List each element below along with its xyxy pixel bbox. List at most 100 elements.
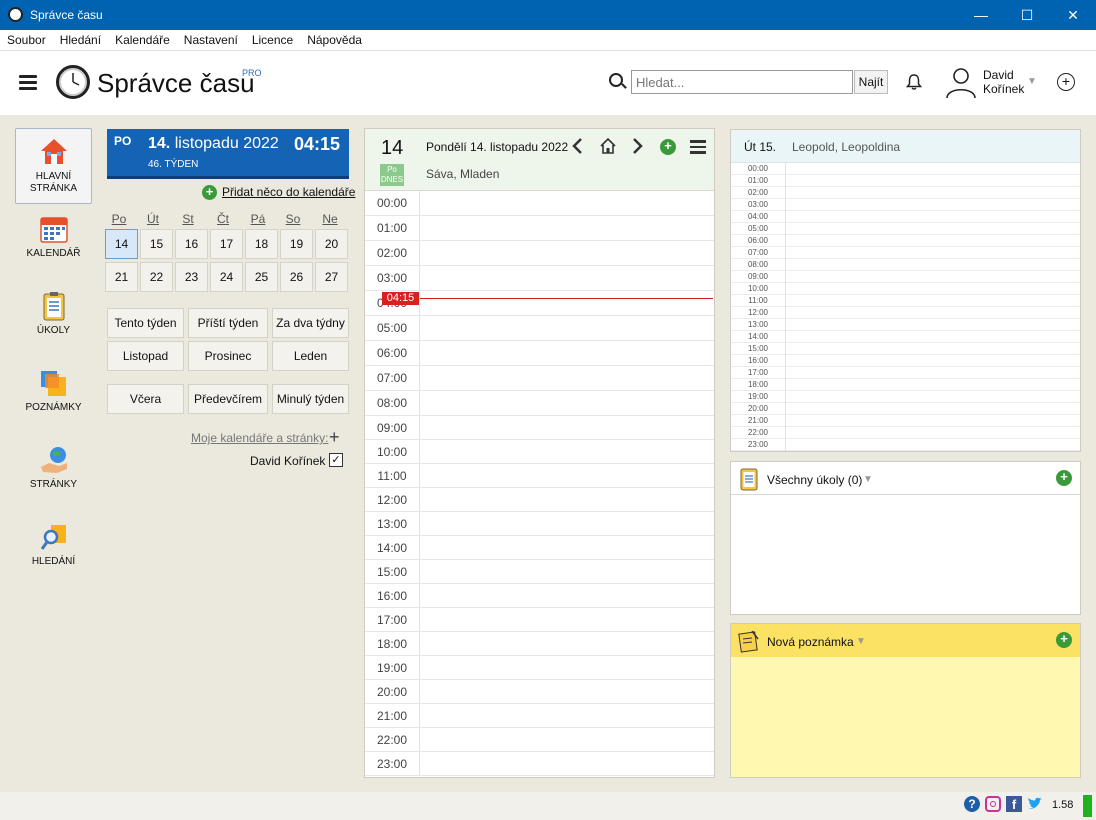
hour-slot[interactable]: 05:00 [365, 316, 714, 341]
next-day-hour-slot[interactable]: 16:00 [731, 355, 1080, 367]
next-day-hour-slot[interactable]: 06:00 [731, 235, 1080, 247]
nav-notes[interactable]: POZNÁMKY [15, 360, 92, 436]
add-note-icon[interactable]: + [1056, 632, 1072, 648]
user-dropdown-icon[interactable]: ▼ [1027, 76, 1037, 87]
mini-cal-day[interactable]: 22 [140, 262, 173, 292]
month-november-button[interactable]: Listopad [107, 341, 184, 371]
maximize-button[interactable]: ☐ [1004, 0, 1050, 30]
tasks-title[interactable]: Všechny úkoly (0) [767, 473, 862, 487]
hour-slot[interactable]: 16:00 [365, 584, 714, 608]
add-event-icon[interactable]: + [202, 185, 217, 200]
nav-search[interactable]: HLEDÁNÍ [15, 514, 92, 590]
last-week-button[interactable]: Minulý týden [272, 384, 349, 414]
next-day-hour-slot[interactable]: 15:00 [731, 343, 1080, 355]
hour-slot[interactable]: 00:00 [365, 191, 714, 216]
next-day-icon[interactable] [632, 137, 644, 160]
my-calendars-link[interactable]: Moje kalendáře a stránky: [191, 431, 328, 445]
next-day-hour-slot[interactable]: 04:00 [731, 211, 1080, 223]
hour-slot[interactable]: 21:00 [365, 704, 714, 728]
next-day-hour-slot[interactable]: 20:00 [731, 403, 1080, 415]
add-to-calendar-link[interactable]: Přidat něco do kalendáře [222, 185, 355, 199]
add-task-icon[interactable]: + [1056, 470, 1072, 486]
add-calendar-icon[interactable]: + [329, 427, 340, 448]
next-day-hour-slot[interactable]: 01:00 [731, 175, 1080, 187]
hour-slot[interactable]: 14:00 [365, 536, 714, 560]
hour-slot[interactable]: 09:00 [365, 416, 714, 440]
twitter-icon[interactable] [1027, 796, 1043, 812]
search-input[interactable] [631, 70, 853, 94]
next-day-hour-slot[interactable]: 10:00 [731, 283, 1080, 295]
mini-cal-day[interactable]: 26 [280, 262, 313, 292]
next-day-hour-slot[interactable]: 19:00 [731, 391, 1080, 403]
user-avatar-icon[interactable] [944, 65, 978, 99]
nav-tasks[interactable]: ÚKOLY [15, 283, 92, 359]
next-day-hour-slot[interactable]: 05:00 [731, 223, 1080, 235]
hour-slot[interactable]: 01:00 [365, 216, 714, 241]
menu-soubor[interactable]: Soubor [0, 30, 53, 47]
nav-pages[interactable]: STRÁNKY [15, 437, 92, 513]
next-day-hour-slot[interactable]: 14:00 [731, 331, 1080, 343]
mini-cal-day[interactable]: 27 [315, 262, 348, 292]
facebook-icon[interactable]: f [1006, 796, 1022, 812]
day-before-yesterday-button[interactable]: Předevčírem [188, 384, 268, 414]
month-january-button[interactable]: Leden [272, 341, 349, 371]
tasks-dropdown-icon[interactable]: ▼ [863, 474, 873, 485]
mini-cal-day[interactable]: 15 [140, 229, 173, 259]
hamburger-menu-icon[interactable] [19, 75, 37, 90]
note-dropdown-icon[interactable]: ▼ [856, 636, 866, 647]
next-week-button[interactable]: Příští týden [188, 308, 268, 338]
next-day-hour-slot[interactable]: 22:00 [731, 427, 1080, 439]
hour-slot[interactable]: 08:00 [365, 391, 714, 416]
mini-cal-day[interactable]: 25 [245, 262, 278, 292]
hour-slot[interactable]: 17:00 [365, 608, 714, 632]
hour-slot[interactable]: 12:00 [365, 488, 714, 512]
mini-cal-day[interactable]: 18 [245, 229, 278, 259]
add-event-icon[interactable]: + [660, 139, 676, 155]
minimize-button[interactable]: — [958, 0, 1004, 30]
hour-slot[interactable]: 10:00 [365, 440, 714, 464]
hour-slot[interactable]: 18:00 [365, 632, 714, 656]
mini-cal-day[interactable]: 24 [210, 262, 243, 292]
menu-napoveda[interactable]: Nápověda [300, 30, 369, 47]
two-weeks-button[interactable]: Za dva týdny [272, 308, 349, 338]
mini-cal-day[interactable]: 17 [210, 229, 243, 259]
hour-slot[interactable]: 23:00 [365, 752, 714, 776]
prev-day-icon[interactable] [571, 137, 583, 160]
menu-nastaveni[interactable]: Nastavení [177, 30, 245, 47]
mini-cal-day[interactable]: 19 [280, 229, 313, 259]
mini-cal-day[interactable]: 16 [175, 229, 208, 259]
bell-icon[interactable] [905, 73, 923, 96]
next-day-hour-slot[interactable]: 12:00 [731, 307, 1080, 319]
next-day-hour-slot[interactable]: 03:00 [731, 199, 1080, 211]
hour-slot[interactable]: 11:00 [365, 464, 714, 488]
next-day-hour-slot[interactable]: 07:00 [731, 247, 1080, 259]
nav-home[interactable]: HLAVNÍ STRÁNKA [15, 128, 92, 204]
hour-slot[interactable]: 07:00 [365, 366, 714, 391]
instagram-icon[interactable] [985, 796, 1001, 812]
hour-slot[interactable]: 15:00 [365, 560, 714, 584]
hour-slot[interactable]: 06:00 [365, 341, 714, 366]
next-day-hour-slot[interactable]: 11:00 [731, 295, 1080, 307]
this-week-button[interactable]: Tento týden [107, 308, 184, 338]
mini-cal-day[interactable]: 23 [175, 262, 208, 292]
search-button[interactable]: Najít [854, 70, 888, 94]
next-day-hour-slot[interactable]: 09:00 [731, 271, 1080, 283]
next-day-hour-slot[interactable]: 21:00 [731, 415, 1080, 427]
nav-calendar[interactable]: KALENDÁŘ [15, 206, 92, 282]
next-day-hour-slot[interactable]: 02:00 [731, 187, 1080, 199]
today-home-icon[interactable] [599, 137, 617, 160]
add-plus-icon[interactable]: + [1057, 73, 1075, 91]
next-day-hour-slot[interactable]: 13:00 [731, 319, 1080, 331]
next-day-hour-slot[interactable]: 00:00 [731, 163, 1080, 175]
next-day-hour-slot[interactable]: 23:00 [731, 439, 1080, 451]
hour-slot[interactable]: 22:00 [365, 728, 714, 752]
close-button[interactable]: ✕ [1050, 0, 1096, 30]
hour-slot[interactable]: 03:00 [365, 266, 714, 291]
next-day-hour-slot[interactable]: 17:00 [731, 367, 1080, 379]
menu-icon[interactable] [690, 140, 706, 154]
menu-licence[interactable]: Licence [245, 30, 300, 47]
user-calendar-checkbox[interactable]: ✓ [329, 453, 343, 467]
note-title[interactable]: Nová poznámka [767, 635, 854, 649]
help-icon[interactable]: ? [964, 796, 980, 812]
menu-kalendare[interactable]: Kalendáře [108, 30, 177, 47]
